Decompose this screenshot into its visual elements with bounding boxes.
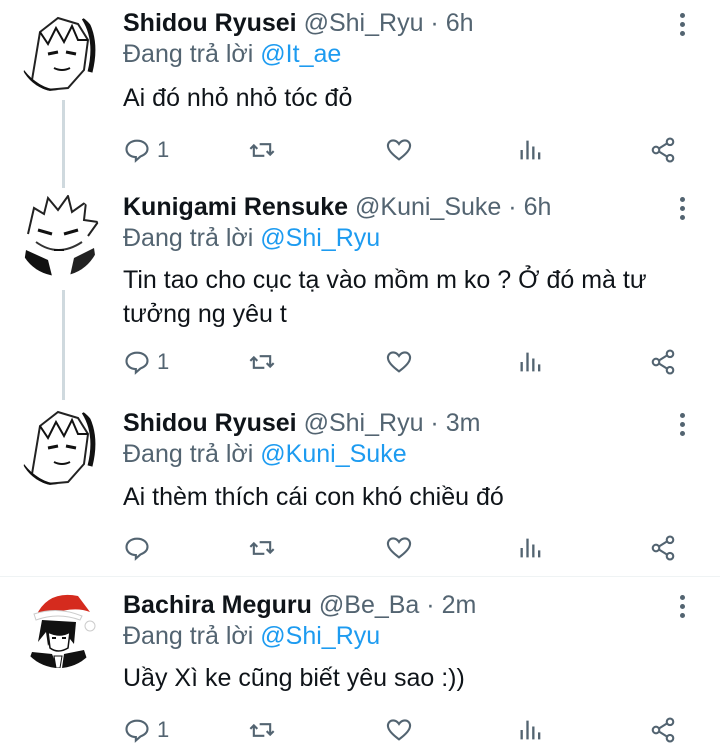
more-icon[interactable] bbox=[672, 592, 692, 622]
action-bar bbox=[123, 532, 703, 564]
heart-icon bbox=[386, 351, 412, 373]
heart-icon bbox=[386, 719, 412, 741]
reply-button[interactable]: 1 bbox=[123, 714, 169, 746]
author-name[interactable]: Shidou Ryusei bbox=[123, 9, 297, 37]
mention-link[interactable]: @Kuni_Suke bbox=[260, 440, 406, 468]
views-button[interactable] bbox=[517, 532, 545, 564]
like-button[interactable] bbox=[385, 134, 413, 166]
avatar[interactable] bbox=[18, 194, 100, 276]
reply-button[interactable]: 1 bbox=[123, 134, 169, 166]
reply-count: 1 bbox=[157, 349, 170, 374]
views-icon bbox=[520, 140, 541, 160]
tweet[interactable]: Kunigami Rensuke @Kuni_Suke · 6h Đang tr… bbox=[0, 190, 720, 400]
tweet-header: Bachira Meguru @Be_Ba · 2m bbox=[123, 590, 476, 620]
mention-link[interactable]: @Shi_Ryu bbox=[260, 622, 380, 650]
tweet-text: Ai đó nhỏ nhỏ tóc đỏ bbox=[123, 84, 353, 112]
avatar[interactable] bbox=[18, 586, 100, 668]
views-icon bbox=[520, 352, 541, 372]
retweet-icon bbox=[249, 541, 275, 555]
share-button[interactable] bbox=[649, 134, 677, 166]
retweet-button[interactable] bbox=[248, 532, 276, 564]
timestamp[interactable]: 3m bbox=[446, 409, 481, 437]
share-icon bbox=[651, 349, 675, 375]
retweet-icon bbox=[249, 143, 275, 157]
views-button[interactable] bbox=[517, 134, 545, 166]
share-icon bbox=[651, 137, 675, 163]
author-name[interactable]: Bachira Meguru bbox=[123, 591, 312, 619]
heart-icon bbox=[386, 537, 412, 559]
separator-dot: · bbox=[430, 9, 439, 37]
like-button[interactable] bbox=[385, 714, 413, 746]
reply-icon bbox=[125, 719, 149, 743]
replying-to: Đang trả lời @Kuni_Suke bbox=[123, 439, 407, 469]
more-icon[interactable] bbox=[672, 10, 692, 40]
replying-to-label: Đang trả lời bbox=[123, 224, 254, 252]
action-bar: 1 bbox=[123, 346, 703, 378]
avatar[interactable] bbox=[18, 404, 100, 486]
retweet-icon bbox=[249, 723, 275, 737]
author-name[interactable]: Kunigami Rensuke bbox=[123, 193, 348, 221]
share-icon bbox=[651, 535, 675, 561]
share-icon bbox=[651, 717, 675, 743]
views-button[interactable] bbox=[517, 346, 545, 378]
tweet-header: Shidou Ryusei @Shi_Ryu · 3m bbox=[123, 408, 480, 438]
author-handle[interactable]: @Shi_Ryu bbox=[304, 409, 424, 437]
tweet-text: Ai thèm thích cái con khó chiều đó bbox=[123, 483, 504, 511]
reply-icon bbox=[125, 537, 149, 561]
retweet-icon bbox=[249, 355, 275, 369]
share-button[interactable] bbox=[649, 532, 677, 564]
like-button[interactable] bbox=[385, 532, 413, 564]
more-icon[interactable] bbox=[672, 194, 692, 224]
reply-button[interactable] bbox=[123, 532, 157, 564]
action-bar: 1 bbox=[123, 134, 703, 166]
reply-count: 1 bbox=[157, 137, 170, 162]
tweet[interactable]: Bachira Meguru @Be_Ba · 2m Đang trả lời … bbox=[0, 580, 720, 753]
tweet[interactable]: Shidou Ryusei @Shi_Ryu · 3m Đang trả lời… bbox=[0, 400, 720, 575]
replying-to: Đang trả lời @Shi_Ryu bbox=[123, 223, 380, 253]
reply-button[interactable]: 1 bbox=[123, 346, 169, 378]
more-icon[interactable] bbox=[672, 410, 692, 440]
views-button[interactable] bbox=[517, 714, 545, 746]
author-handle[interactable]: @Be_Ba bbox=[319, 591, 419, 619]
replying-to-label: Đang trả lời bbox=[123, 40, 254, 68]
heart-icon bbox=[386, 139, 412, 161]
timestamp[interactable]: 6h bbox=[524, 193, 552, 221]
tweet-text: Tin tao cho cục tạ vào mồm m ko ? Ở đó m… bbox=[123, 266, 647, 328]
views-icon bbox=[520, 538, 541, 558]
tweet[interactable]: Shidou Ryusei @Shi_Ryu · 6h Đang trả lời… bbox=[0, 0, 720, 190]
views-icon bbox=[520, 720, 541, 740]
retweet-button[interactable] bbox=[248, 714, 276, 746]
mention-link[interactable]: @Shi_Ryu bbox=[260, 224, 380, 252]
replying-to: Đang trả lời @Shi_Ryu bbox=[123, 621, 380, 651]
tweet-header: Kunigami Rensuke @Kuni_Suke · 6h bbox=[123, 192, 551, 222]
timestamp[interactable]: 6h bbox=[446, 9, 474, 37]
retweet-button[interactable] bbox=[248, 346, 276, 378]
timestamp[interactable]: 2m bbox=[442, 591, 477, 619]
mention-link[interactable]: @It_ae bbox=[260, 40, 341, 68]
replying-to: Đang trả lời @It_ae bbox=[123, 39, 341, 69]
reply-count: 1 bbox=[157, 717, 170, 742]
tweet-text: Uầy Xì ke cũng biết yêu sao :)) bbox=[123, 664, 465, 692]
reply-icon bbox=[125, 139, 149, 163]
separator-dot: · bbox=[426, 591, 435, 619]
replying-to-label: Đang trả lời bbox=[123, 622, 254, 650]
tweet-header: Shidou Ryusei @Shi_Ryu · 6h bbox=[123, 8, 474, 38]
share-button[interactable] bbox=[649, 346, 677, 378]
divider bbox=[0, 576, 720, 577]
like-button[interactable] bbox=[385, 346, 413, 378]
author-handle[interactable]: @Kuni_Suke bbox=[355, 193, 501, 221]
replying-to-label: Đang trả lời bbox=[123, 440, 254, 468]
separator-dot: · bbox=[508, 193, 517, 221]
author-handle[interactable]: @Shi_Ryu bbox=[304, 9, 424, 37]
action-bar: 1 bbox=[123, 714, 703, 746]
retweet-button[interactable] bbox=[248, 134, 276, 166]
avatar[interactable] bbox=[18, 10, 100, 92]
reply-icon bbox=[125, 351, 149, 375]
author-name[interactable]: Shidou Ryusei bbox=[123, 409, 297, 437]
separator-dot: · bbox=[430, 409, 439, 437]
share-button[interactable] bbox=[649, 714, 677, 746]
